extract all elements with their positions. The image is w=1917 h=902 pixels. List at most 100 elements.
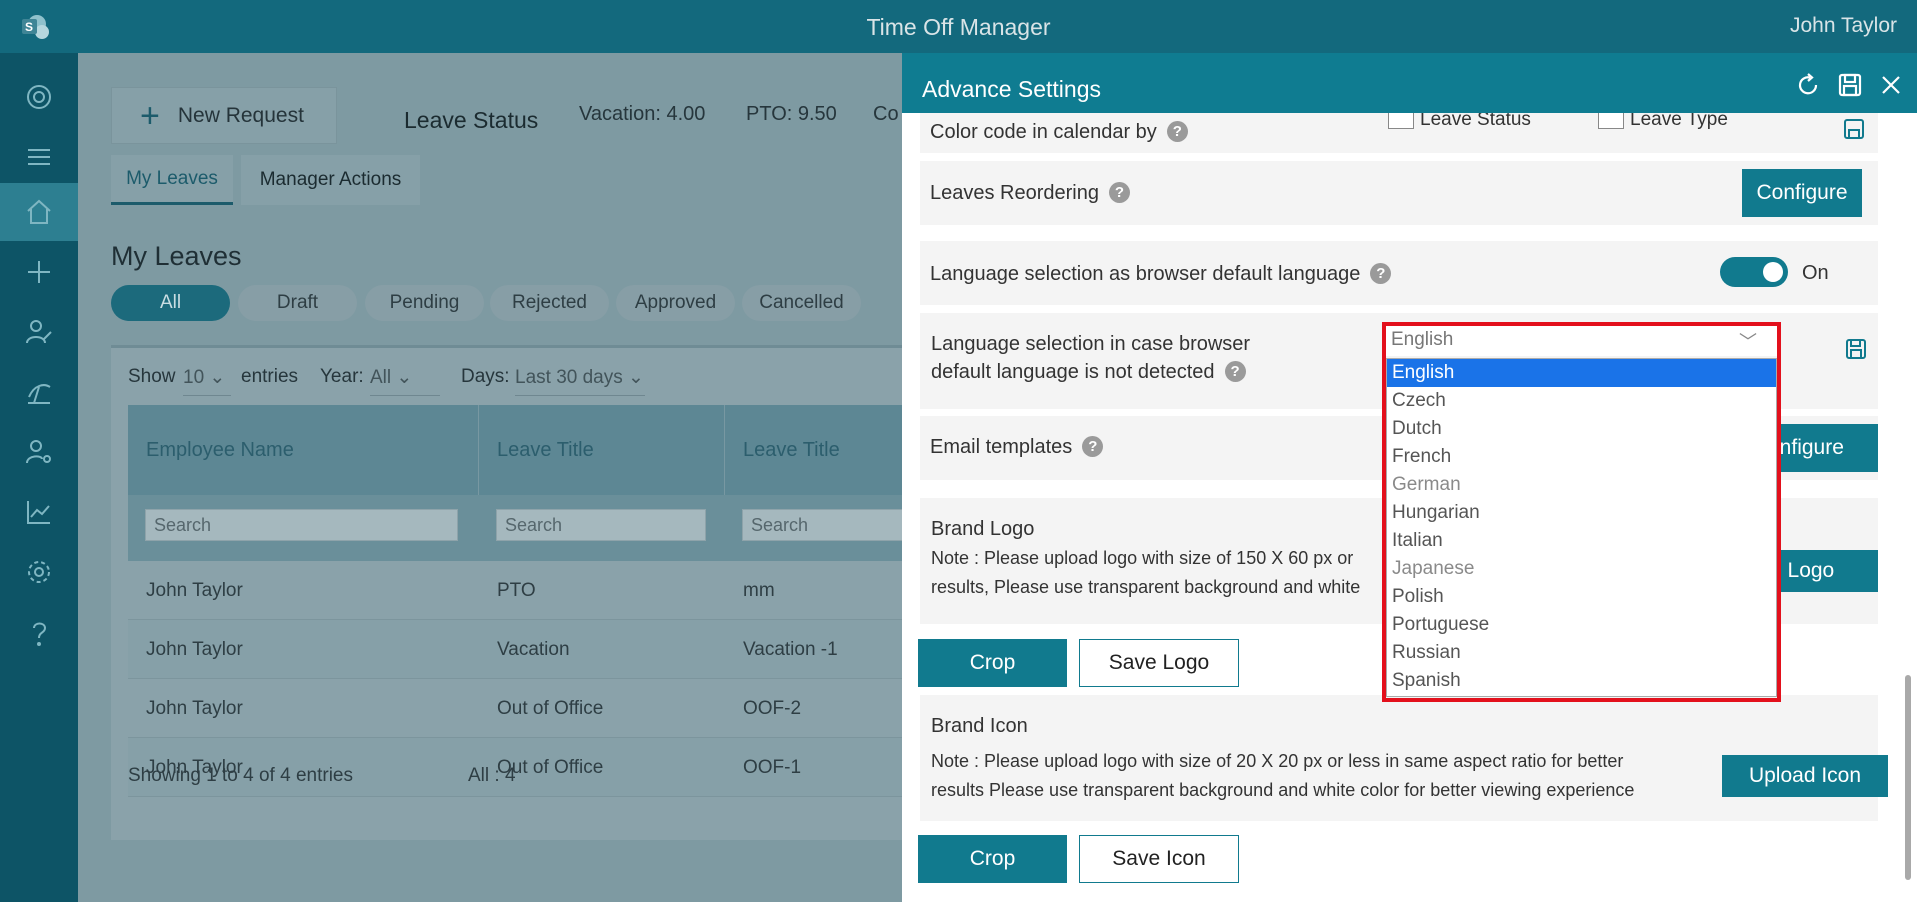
leave-title-cell: Vacation bbox=[497, 638, 570, 660]
option-japanese[interactable]: Japanese bbox=[1387, 555, 1776, 583]
leaves-table-card: Show 10 ⌄ entries Year: All ⌄ Days: Last… bbox=[111, 345, 981, 840]
menu-icon[interactable] bbox=[0, 128, 78, 186]
option-dutch[interactable]: Dutch bbox=[1387, 415, 1776, 443]
option-czech[interactable]: Czech bbox=[1387, 387, 1776, 415]
filter-draft[interactable]: Draft bbox=[238, 285, 357, 321]
filter-rejected[interactable]: Rejected bbox=[490, 285, 609, 321]
table-info: Showing 1 to 4 of 4 entries bbox=[128, 765, 353, 786]
filter-cancelled[interactable]: Cancelled bbox=[742, 285, 861, 321]
table-row[interactable]: John Taylor PTO mm bbox=[128, 561, 981, 620]
panel-header: Advance Settings bbox=[902, 53, 1917, 113]
days-select[interactable]: Last 30 days ⌄ bbox=[515, 362, 645, 396]
browser-language-toggle[interactable] bbox=[1720, 257, 1788, 287]
browser-language-row: Language selection as browser default la… bbox=[920, 241, 1878, 305]
brand-icon-note-line2: results Please use transparent backgroun… bbox=[931, 780, 1635, 800]
save-icon-button[interactable]: Save Icon bbox=[1079, 835, 1239, 883]
language-select[interactable]: English ﹀ bbox=[1386, 326, 1777, 356]
table-row[interactable]: John Taylor Out of Office OOF-2 bbox=[128, 679, 981, 738]
leave-title-search-input[interactable]: Search bbox=[496, 509, 706, 541]
configure-email-button[interactable]: onfigure bbox=[1764, 424, 1878, 472]
close-icon[interactable] bbox=[1877, 71, 1905, 99]
fallback-lang-label-line2: default language is not detected? bbox=[931, 361, 1246, 384]
brand-logo-note-line2: results, Please use transparent backgrou… bbox=[931, 577, 1361, 597]
option-italian[interactable]: Italian bbox=[1387, 527, 1776, 555]
option-french[interactable]: French bbox=[1387, 443, 1776, 471]
leave-status-checkbox[interactable] bbox=[1388, 113, 1414, 129]
table-header: Employee Name Leave Title Leave Title bbox=[128, 405, 981, 495]
panel-scrollbar[interactable] bbox=[1905, 675, 1911, 880]
brand-logo-icon[interactable] bbox=[0, 68, 78, 126]
chevron-down-icon: ﹀ bbox=[1739, 332, 1757, 352]
leave-title-cell: PTO bbox=[497, 579, 536, 601]
help-icon[interactable]: ? bbox=[1370, 263, 1392, 284]
option-polish[interactable]: Polish bbox=[1387, 583, 1776, 611]
filter-pending[interactable]: Pending bbox=[365, 285, 484, 321]
upload-icon-button[interactable]: Upload Icon bbox=[1722, 755, 1888, 797]
show-label: Show bbox=[128, 366, 176, 387]
new-request-button[interactable]: + New Request bbox=[111, 87, 337, 144]
add-icon[interactable] bbox=[0, 243, 78, 301]
save-icon[interactable] bbox=[1842, 117, 1866, 141]
filter-approved[interactable]: Approved bbox=[616, 285, 735, 321]
leave-status-label: Leave Status bbox=[404, 107, 539, 133]
fallback-lang-text-2: default language is not detected bbox=[931, 361, 1215, 383]
employee-cell: John Taylor bbox=[146, 579, 243, 601]
column-employee-name[interactable]: Employee Name bbox=[128, 405, 479, 495]
option-english[interactable]: English bbox=[1387, 359, 1776, 387]
leaves-reordering-row: Leaves Reordering? Configure bbox=[920, 161, 1878, 225]
refresh-icon[interactable] bbox=[1794, 71, 1822, 99]
year-value: All bbox=[370, 367, 392, 388]
save-icon[interactable] bbox=[1836, 71, 1864, 99]
crop-logo-button[interactable]: Crop bbox=[918, 639, 1067, 687]
vacation-balance: Vacation: 4.00 bbox=[579, 103, 706, 125]
save-icon[interactable] bbox=[1844, 337, 1868, 361]
reorder-label: Leaves Reordering? bbox=[930, 182, 1130, 205]
new-request-label: New Request bbox=[177, 103, 304, 127]
home-icon[interactable] bbox=[0, 183, 78, 241]
year-label: Year: bbox=[320, 366, 364, 387]
color-code-text: Color code in calendar by bbox=[930, 121, 1157, 143]
upload-logo-button[interactable]: d Logo bbox=[1764, 550, 1878, 592]
leave-type-checkbox[interactable] bbox=[1598, 113, 1624, 129]
table-row[interactable]: John Taylor Vacation Vacation -1 bbox=[128, 620, 981, 679]
option-german[interactable]: German bbox=[1387, 471, 1776, 499]
configure-reorder-button[interactable]: Configure bbox=[1742, 169, 1862, 217]
filter-all[interactable]: All bbox=[111, 285, 230, 321]
plus-icon: + bbox=[140, 96, 160, 135]
help-icon[interactable] bbox=[0, 605, 78, 663]
user-edit-icon[interactable] bbox=[0, 303, 78, 361]
user-settings-icon[interactable] bbox=[0, 423, 78, 481]
app-title: Time Off Manager bbox=[866, 14, 1051, 40]
save-logo-button[interactable]: Save Logo bbox=[1079, 639, 1239, 687]
column-leave-title[interactable]: Leave Title bbox=[479, 405, 725, 495]
browser-lang-text: Language selection as browser default la… bbox=[930, 263, 1361, 285]
page-size-select[interactable]: 10 ⌄ bbox=[183, 362, 231, 396]
toggle-state: On bbox=[1802, 262, 1829, 284]
user-name[interactable]: John Taylor bbox=[1790, 14, 1897, 38]
crop-icon-button[interactable]: Crop bbox=[918, 835, 1067, 883]
year-select[interactable]: All ⌄ bbox=[370, 362, 440, 396]
help-icon[interactable]: ? bbox=[1166, 121, 1188, 142]
option-portuguese[interactable]: Portuguese bbox=[1387, 611, 1776, 639]
brand-logo-note-line1: Note : Please upload logo with size of 1… bbox=[931, 548, 1354, 568]
help-icon[interactable]: ? bbox=[1109, 182, 1130, 203]
employee-search-input[interactable]: Search bbox=[145, 509, 458, 541]
gear-icon[interactable] bbox=[0, 543, 78, 601]
vacation-icon[interactable] bbox=[0, 363, 78, 421]
email-label: Email templates? bbox=[930, 436, 1104, 459]
table-total: All : 4 bbox=[468, 765, 516, 786]
option-russian[interactable]: Russian bbox=[1387, 639, 1776, 667]
tab-my-leaves[interactable]: My Leaves bbox=[111, 155, 233, 205]
chart-icon[interactable] bbox=[0, 483, 78, 541]
page-title: My Leaves bbox=[111, 241, 242, 271]
color-code-label: Color code in calendar by? bbox=[930, 121, 1188, 144]
language-options-list: English Czech Dutch French German Hungar… bbox=[1386, 358, 1777, 697]
days-label: Days: bbox=[461, 366, 510, 387]
option-spanish[interactable]: Spanish bbox=[1387, 667, 1776, 695]
help-icon[interactable]: ? bbox=[1082, 436, 1104, 457]
panel-title: Advance Settings bbox=[922, 76, 1102, 102]
tab-manager-actions[interactable]: Manager Actions bbox=[241, 155, 420, 205]
option-hungarian[interactable]: Hungarian bbox=[1387, 499, 1776, 527]
brand-icon-row: Brand Icon Note : Please upload logo wit… bbox=[920, 695, 1888, 821]
help-icon[interactable]: ? bbox=[1224, 361, 1246, 382]
